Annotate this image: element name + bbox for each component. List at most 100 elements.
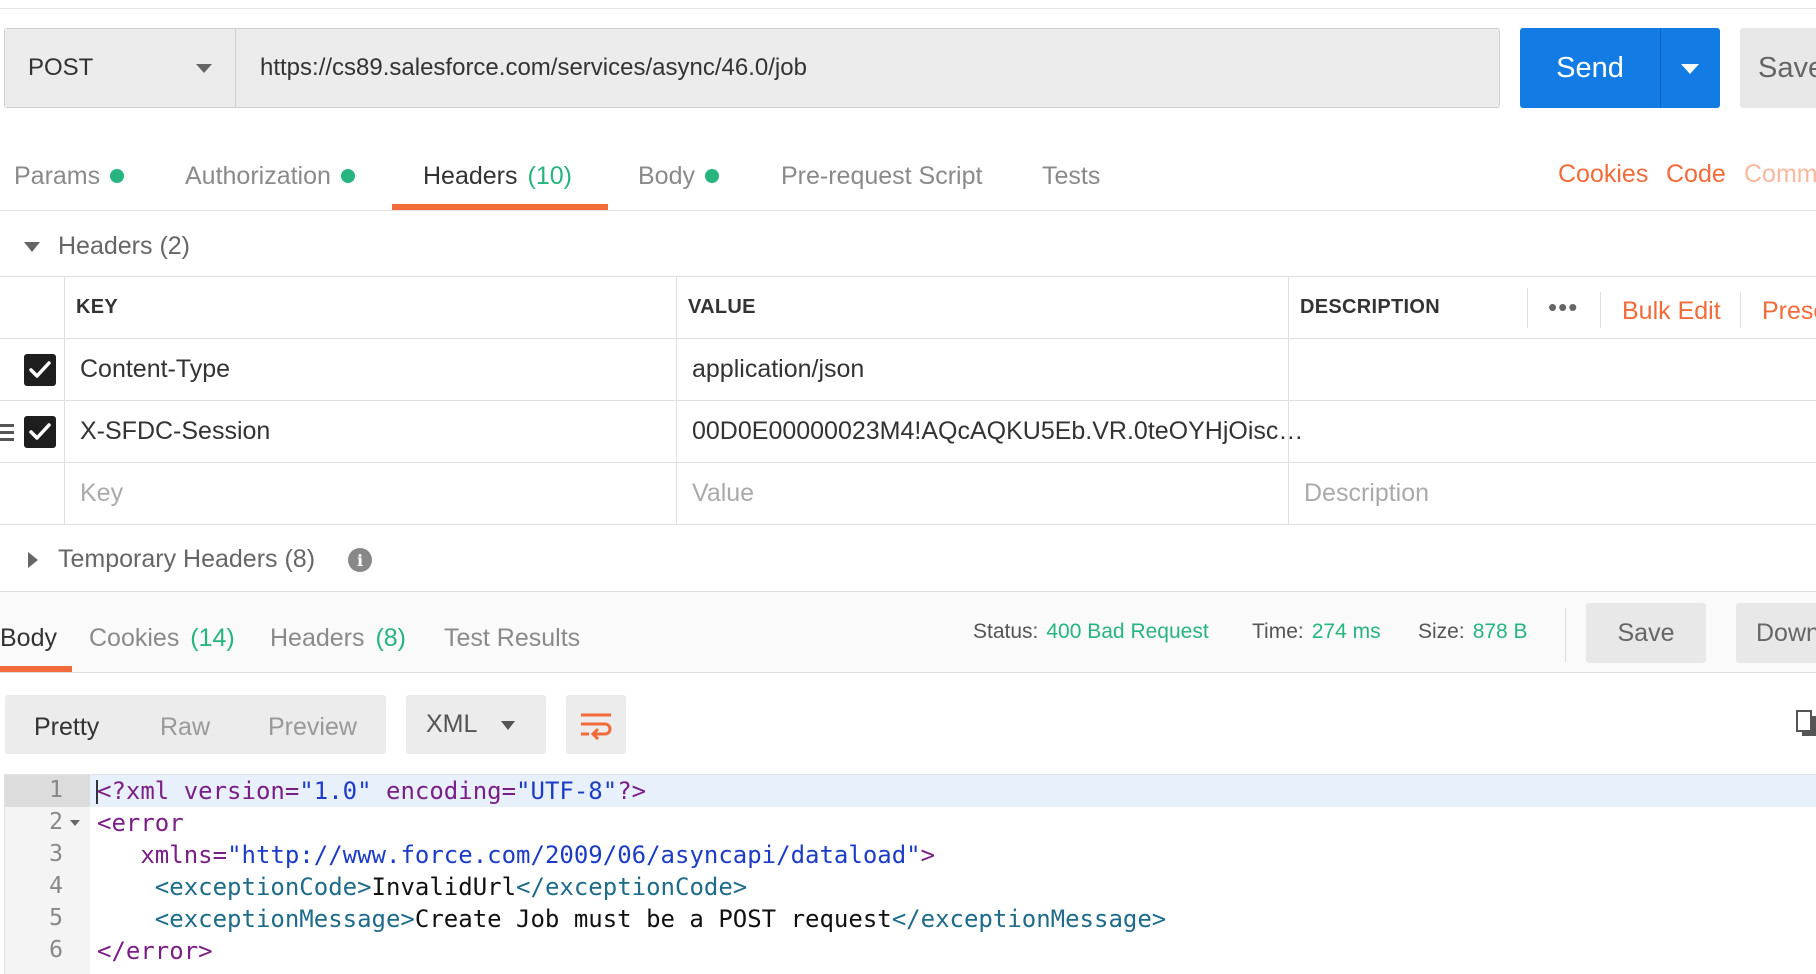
preview-mode-button[interactable]: Preview (268, 713, 357, 742)
code-line[interactable]: <exceptionMessage>Create Job must be a P… (97, 905, 1166, 933)
code-line[interactable]: <exceptionCode>InvalidUrl</exceptionCode… (97, 873, 747, 901)
table-border (0, 462, 1816, 463)
info-icon[interactable]: i (348, 548, 372, 572)
line-number: 4 (49, 873, 63, 899)
expand-icon[interactable] (28, 552, 38, 568)
code-token: encoding= (386, 777, 517, 805)
comments-link[interactable]: Comm (1744, 160, 1816, 189)
code-token: "UTF-8" (516, 777, 618, 805)
url-input[interactable]: https://cs89.salesforce.com/services/asy… (260, 29, 807, 107)
code-token: version= (183, 777, 300, 805)
table-border (0, 400, 1816, 401)
code-token: Create Job must be a POST request (414, 905, 892, 933)
top-divider (0, 8, 1816, 9)
code-token: </exceptionMessage> (891, 905, 1167, 933)
header-value-cell[interactable]: application/json (692, 355, 864, 384)
code-link[interactable]: Code (1666, 160, 1726, 189)
line-number: 2 (49, 809, 63, 835)
collapse-icon[interactable] (24, 242, 40, 252)
code-line[interactable]: <error (97, 809, 184, 837)
column-header-description: DESCRIPTION (1300, 296, 1440, 318)
more-options-icon[interactable]: ••• (1548, 292, 1578, 323)
wrap-lines-button[interactable] (566, 695, 626, 754)
code-line[interactable]: xmlns="http://www.force.com/2009/06/asyn… (97, 841, 935, 869)
tab-authorization[interactable]: Authorization (185, 158, 355, 194)
tab-test-results[interactable]: Test Results (444, 624, 580, 653)
line-number: 1 (49, 777, 63, 803)
code-token: <error (97, 809, 184, 837)
tab-response-cookies[interactable]: Cookies (14) (89, 624, 235, 653)
code-token: InvalidUrl (371, 873, 517, 901)
tabs-divider (0, 210, 1816, 211)
column-header-key: KEY (76, 296, 119, 318)
chevron-down-icon[interactable] (1681, 64, 1699, 74)
row-checkbox[interactable] (24, 354, 56, 386)
fold-toggle-icon[interactable] (70, 820, 80, 826)
new-key-input[interactable]: Key (80, 479, 123, 508)
temporary-headers-title[interactable]: Temporary Headers (8) (58, 545, 315, 574)
send-button[interactable]: Send (1520, 28, 1660, 108)
row-checkbox[interactable] (24, 416, 56, 448)
code-token: ?> (617, 777, 647, 805)
copy-icon[interactable] (1796, 710, 1816, 738)
code-token: </exceptionCode> (516, 873, 748, 901)
code-token: "1.0" (299, 777, 372, 805)
save-response-button[interactable]: Save (1586, 603, 1706, 663)
table-border (0, 524, 1816, 525)
raw-mode-button[interactable]: Raw (160, 713, 210, 742)
tab-params[interactable]: Params (14, 158, 125, 194)
bulk-edit-button[interactable]: Bulk Edit (1622, 297, 1721, 326)
cookies-link[interactable]: Cookies (1558, 160, 1648, 189)
table-header-divider (1600, 292, 1601, 328)
code-token: <?xml (97, 777, 170, 805)
code-token: <exceptionMessage> (154, 905, 415, 933)
new-value-input[interactable]: Value (692, 479, 754, 508)
method-label: POST (28, 54, 94, 81)
active-tab-indicator (0, 666, 72, 672)
code-line[interactable]: </error> (97, 937, 213, 965)
line-number: 3 (49, 841, 63, 867)
wrap-icon (581, 713, 612, 740)
chevron-down-icon[interactable] (196, 64, 212, 73)
line-number: 6 (49, 937, 63, 963)
status-dot-icon (110, 169, 125, 183)
table-border (0, 276, 1816, 277)
chevron-down-icon[interactable] (501, 721, 515, 730)
header-key-cell[interactable]: Content-Type (80, 355, 230, 384)
code-token: > (920, 841, 936, 869)
header-key-cell[interactable]: X-SFDC-Session (80, 417, 270, 446)
tab-body[interactable]: Body (638, 158, 719, 194)
code-token: <exceptionCode> (154, 873, 372, 901)
response-status: Status: 400 Bad Request (973, 620, 1209, 643)
download-button[interactable]: Down (1736, 603, 1816, 663)
tab-response-headers[interactable]: Headers (8) (270, 624, 406, 653)
checkmark-icon (29, 361, 51, 378)
text-cursor (96, 780, 98, 804)
header-value-cell[interactable]: 00D0E00000023M4!AQcAQKU5Eb.VR.0teOYHjOis… (692, 417, 1303, 446)
tab-tests[interactable]: Tests (1042, 158, 1100, 194)
tab-response-body[interactable]: Body (0, 624, 57, 653)
format-select[interactable]: XML (406, 695, 546, 754)
pretty-mode-button[interactable]: Pretty (34, 713, 99, 742)
code-line[interactable]: <?xml version="1.0" encoding="UTF-8"?> (97, 777, 646, 805)
tab-pre-request-script[interactable]: Pre-request Script (781, 158, 982, 194)
new-description-input[interactable]: Description (1304, 479, 1429, 508)
response-size: Size: 878 B (1418, 620, 1528, 643)
presets-button[interactable]: Prese (1762, 297, 1816, 326)
table-column-divider (1288, 276, 1289, 524)
checkmark-icon (29, 423, 51, 440)
table-border (0, 338, 1816, 339)
code-token: </error> (97, 937, 213, 965)
tab-headers[interactable]: Headers (10) (423, 158, 572, 194)
headers-section-title[interactable]: Headers (2) (58, 232, 190, 261)
table-column-divider (64, 276, 65, 524)
table-column-divider (676, 276, 677, 524)
save-request-button[interactable]: Save (1740, 28, 1816, 108)
send-divider (1660, 28, 1661, 108)
drag-handle-icon[interactable] (0, 424, 14, 445)
